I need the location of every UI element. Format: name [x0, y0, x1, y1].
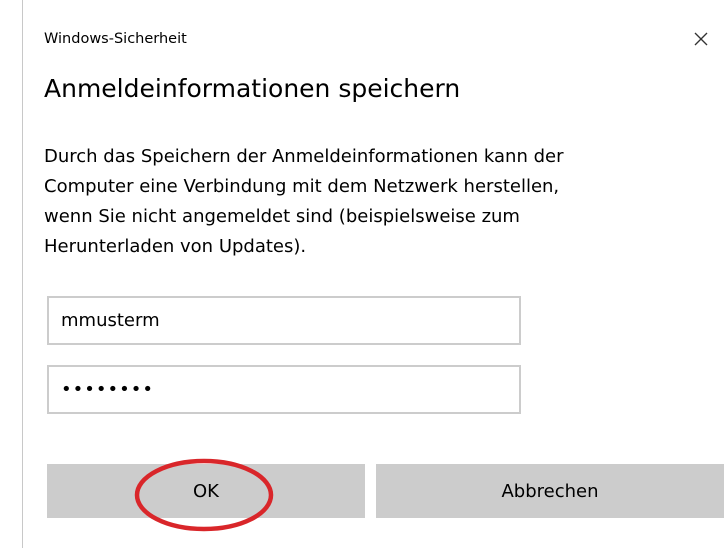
description-line: wenn Sie nicht angemeldet sind (beispiel… [44, 206, 520, 227]
dialog-heading: Anmeldeinformationen speichern [44, 74, 461, 103]
credentials-dialog: Windows-Sicherheit Anmeldeinformationen … [0, 0, 726, 548]
window-title: Windows-Sicherheit [44, 31, 187, 47]
window-left-edge [0, 0, 23, 548]
description-line: Durch das Speichern der Anmeldeinformati… [44, 146, 564, 167]
ok-button[interactable]: OK [47, 464, 365, 518]
description-line: Computer eine Verbindung mit dem Netzwer… [44, 176, 560, 197]
close-icon [694, 32, 708, 46]
password-input[interactable] [47, 365, 521, 414]
cancel-button[interactable]: Abbrechen [376, 464, 724, 518]
dialog-description: Durch das Speichern der Anmeldeinformati… [44, 142, 684, 262]
description-line: Herunterladen von Updates). [44, 236, 307, 257]
close-button[interactable] [684, 22, 718, 56]
username-input[interactable] [47, 296, 521, 345]
